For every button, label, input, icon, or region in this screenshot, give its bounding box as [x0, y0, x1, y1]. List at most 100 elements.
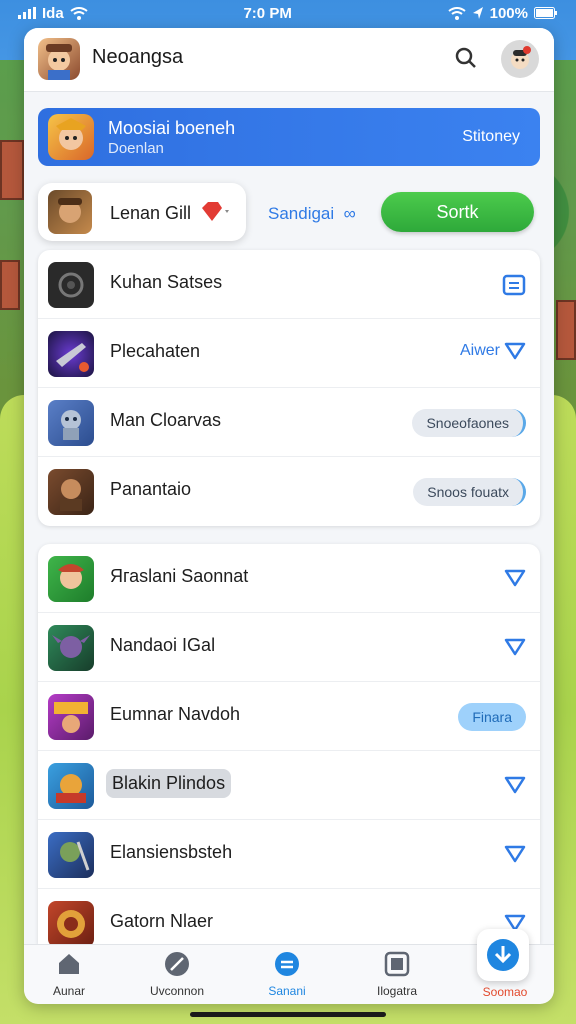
nav-label: Soomao	[482, 985, 528, 999]
library-icon	[384, 951, 410, 977]
answer-action[interactable]: Aiwer	[460, 341, 526, 361]
background-house	[0, 140, 24, 200]
list-item-label: Gatorn Nlaer	[110, 911, 214, 931]
list-item[interactable]: Elansiensbsteh	[38, 820, 540, 889]
camera-app-icon	[48, 262, 94, 308]
orc-icon	[60, 841, 90, 871]
avatar-icon	[511, 46, 531, 69]
goblin-app-icon	[48, 625, 94, 671]
nav-item-library[interactable]: Ilogatra	[352, 951, 442, 998]
list-item[interactable]: Panantaio Snoos fouatx	[38, 457, 540, 526]
download-icon	[487, 939, 519, 971]
character-avatar-icon	[46, 44, 72, 80]
location-icon	[472, 7, 483, 19]
robot-app-icon	[48, 400, 94, 446]
infinity-icon: ∞	[338, 204, 356, 223]
status-pill[interactable]: Finara	[458, 703, 526, 731]
chevron-down-icon[interactable]	[504, 637, 526, 657]
list-item[interactable]: Blakin Plindos	[38, 751, 540, 820]
answer-action-label: Aiwer	[459, 342, 500, 359]
nav-item-home[interactable]: Aunar	[24, 951, 114, 998]
battery-percent: 100%	[489, 4, 528, 22]
app-list-secondary: Ягаslani Saonnat Nandaoi IGal Eumnar Nav…	[38, 544, 540, 944]
shield-app-icon	[48, 901, 94, 944]
nav-label: Uvconnon	[149, 984, 205, 998]
menu-circle-icon	[275, 952, 299, 976]
sort-button-label: Sortk	[436, 201, 479, 222]
nav-item-active[interactable]: Sanani	[242, 951, 332, 998]
list-item-label: Ягаslani Saonnat	[110, 566, 249, 586]
profile-chip[interactable]: Lenan Gill	[38, 183, 246, 241]
hero-app-icon	[48, 556, 94, 602]
list-item[interactable]: Nandaoi IGal	[38, 613, 540, 682]
list-item-label: Eumnar Navdoh	[110, 704, 241, 724]
nav-label: Sanani	[268, 984, 306, 998]
list-item-label: Elansiensbsteh	[110, 842, 233, 862]
list-item-label: Man Cloarvas	[110, 410, 222, 430]
nav-label: Aunar	[52, 984, 86, 998]
status-pill[interactable]: Snoeofaones	[412, 409, 526, 437]
arcade-app-icon	[48, 694, 94, 740]
list-item-label: Kuhan Satses	[110, 272, 223, 292]
home-icon	[59, 954, 79, 974]
download-button[interactable]	[477, 929, 529, 981]
warrior-app-icon	[48, 469, 94, 515]
featured-banner[interactable]: Moosiai boeneh Doenlan Stitoney	[38, 108, 540, 166]
banner-action[interactable]: Stitoney	[462, 128, 520, 146]
background-house	[556, 300, 576, 360]
shield-icon	[57, 910, 85, 938]
goblin-icon	[52, 635, 90, 658]
sandigai-link-label: Sandigai	[268, 204, 335, 223]
banner-game-icon	[48, 114, 94, 160]
hero-icon	[58, 564, 84, 589]
clock: 7:0 PM	[243, 4, 292, 22]
edit-icon[interactable]	[502, 274, 526, 296]
nav-item-explore[interactable]: Uvconnon	[132, 951, 222, 998]
sort-button[interactable]: Sortk	[381, 192, 534, 232]
gem-icon	[202, 202, 229, 221]
knight-app-icon	[48, 763, 94, 809]
home-indicator	[190, 1012, 386, 1017]
profile-chip-icon	[48, 190, 92, 234]
warrior-icon	[60, 479, 82, 511]
battery-icon	[533, 7, 557, 19]
character-icon	[58, 198, 82, 223]
spaceship-icon	[56, 343, 89, 372]
search-icon	[455, 47, 476, 68]
list-item[interactable]: Man Cloarvas Snoeofaones	[38, 388, 540, 457]
profile-avatar-button[interactable]	[501, 40, 539, 78]
game-character-icon	[56, 118, 86, 150]
list-item[interactable]: Plecahaten Aiwer	[38, 319, 540, 388]
list-item[interactable]: Kuhan Satses	[38, 250, 540, 319]
list-item-label: Plecahaten	[110, 341, 201, 361]
nav-label: Ilogatra	[376, 984, 418, 998]
bottom-navigation: Aunar Uvconnon Sanani Ilogatra Soomao	[24, 944, 554, 1004]
nav-item-downloads[interactable]: Soomao	[460, 985, 550, 999]
list-item-label: Blakin Plindos	[106, 769, 232, 798]
signal-icon	[18, 7, 36, 19]
app-logo[interactable]	[38, 38, 80, 80]
profile-chip-label: Lenan Gill	[110, 203, 192, 223]
banner-title: Moosiai boeneh	[108, 118, 236, 138]
chevron-down-icon[interactable]	[504, 844, 526, 864]
chevron-down-icon[interactable]	[504, 775, 526, 795]
page-title: Neoangsa	[92, 46, 184, 68]
arcade-icon	[54, 702, 88, 733]
list-item[interactable]: Eumnar Navdoh Finara	[38, 682, 540, 751]
sandigai-link[interactable]: Sandigai ∞	[268, 204, 356, 224]
list-item[interactable]: Gatorn Nlaer	[38, 889, 540, 944]
compass-icon	[165, 952, 189, 976]
search-button[interactable]	[452, 44, 480, 72]
background-house	[0, 260, 20, 310]
chevron-down-icon	[504, 342, 526, 360]
chevron-down-icon[interactable]	[504, 568, 526, 588]
list-item[interactable]: Ягаslani Saonnat	[38, 544, 540, 613]
wifi-icon	[70, 6, 88, 20]
spaceship-app-icon	[48, 331, 94, 377]
status-pill[interactable]: Snoos fouatx	[413, 478, 526, 506]
app-list-primary: Kuhan Satses Plecahaten Aiwer Man Cloarv…	[38, 250, 540, 526]
wifi-icon	[448, 6, 466, 20]
lens-icon	[58, 272, 84, 298]
carrier-label: Ida	[42, 4, 64, 22]
list-item-label: Nandaoi IGal	[110, 635, 216, 655]
